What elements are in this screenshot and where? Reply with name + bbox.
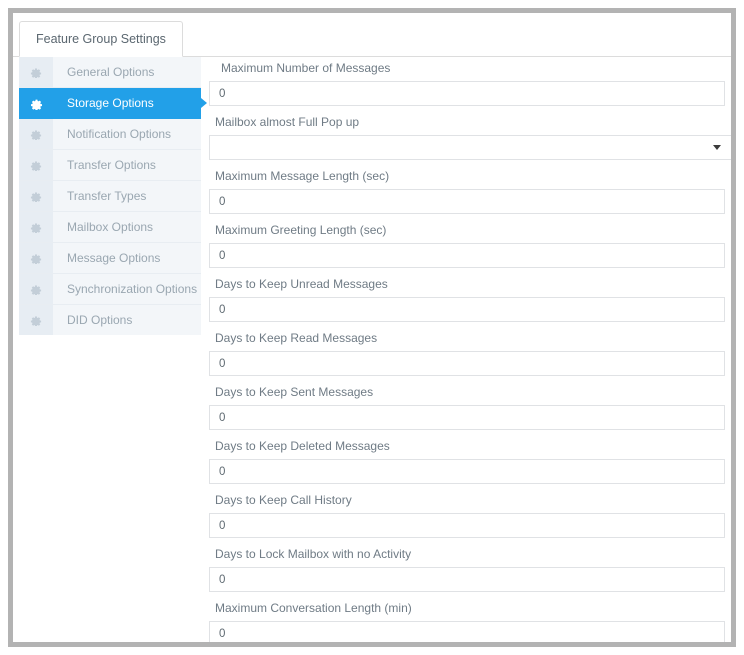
gear-icon [19, 243, 53, 273]
sidebar-item-synchronization-options[interactable]: Synchronization Options [19, 274, 201, 305]
gear-icon [19, 305, 53, 335]
field-row: Maximum Conversation Length (min) 0 [209, 593, 725, 642]
field-row: Maximum Greeting Length (sec) 0 [209, 215, 725, 268]
input-days-to-keep-unread-messages[interactable]: 0 [209, 297, 725, 322]
gear-icon [19, 212, 53, 242]
gear-icon [19, 274, 53, 304]
sidebar-item-label: Notification Options [67, 127, 172, 141]
sidebar-item-label: Transfer Types [67, 189, 147, 203]
input-days-to-keep-read-messages[interactable]: 0 [209, 351, 725, 376]
sidebar-item-label: Mailbox Options [67, 220, 154, 234]
input-maximum-greeting-length-sec[interactable]: 0 [209, 243, 725, 268]
sidebar-item-did-options[interactable]: DID Options [19, 305, 201, 335]
label-mailbox-almost-full-pop-up: Mailbox almost Full Pop up [215, 115, 360, 129]
label-days-to-keep-sent-messages: Days to Keep Sent Messages [215, 385, 374, 399]
gear-icon [19, 119, 53, 149]
label-maximum-number-of-messages: Maximum Number of Messages [221, 61, 391, 75]
gear-icon [19, 88, 53, 118]
input-days-to-keep-call-history[interactable]: 0 [209, 513, 725, 538]
label-maximum-conversation-length-min: Maximum Conversation Length (min) [215, 601, 412, 615]
tab-strip: Feature Group Settings [13, 21, 731, 57]
field-row: Days to Keep Read Messages 0 [209, 323, 725, 376]
tab-label: Feature Group Settings [36, 32, 166, 46]
label-maximum-message-length-sec: Maximum Message Length (sec) [215, 169, 390, 183]
field-row: Days to Lock Mailbox with no Activity 0 [209, 539, 725, 592]
field-row: Days to Keep Sent Messages 0 [209, 377, 725, 430]
sidebar-item-transfer-types[interactable]: Transfer Types [19, 181, 201, 212]
input-maximum-message-length-sec[interactable]: 0 [209, 189, 725, 214]
gear-icon [19, 181, 53, 211]
application-window: Feature Group Settings General Options St… [8, 8, 736, 647]
input-days-to-keep-deleted-messages[interactable]: 0 [209, 459, 725, 484]
gear-icon [19, 57, 53, 87]
field-row: Days to Keep Unread Messages 0 [209, 269, 725, 322]
tab-feature-group-settings[interactable]: Feature Group Settings [19, 21, 183, 57]
sidebar-item-label: Transfer Options [67, 158, 156, 172]
sidebar-item-label: Storage Options [67, 96, 154, 110]
chevron-down-icon [713, 145, 721, 150]
gear-icon [19, 150, 53, 180]
sidebar-item-label: DID Options [67, 313, 133, 327]
field-row: Mailbox almost Full Pop up [209, 107, 731, 160]
input-maximum-number-of-messages[interactable]: 0 [209, 81, 725, 106]
sidebar-item-notification-options[interactable]: Notification Options [19, 119, 201, 150]
label-days-to-lock-mailbox-with-no-activity: Days to Lock Mailbox with no Activity [215, 547, 412, 561]
label-days-to-keep-call-history: Days to Keep Call History [215, 493, 352, 507]
input-maximum-conversation-length-min[interactable]: 0 [209, 621, 725, 642]
sidebar-item-message-options[interactable]: Message Options [19, 243, 201, 274]
sidebar-item-transfer-options[interactable]: Transfer Options [19, 150, 201, 181]
sidebar-item-mailbox-options[interactable]: Mailbox Options [19, 212, 201, 243]
sidebar-item-storage-options[interactable]: Storage Options [19, 88, 207, 119]
sidebar-item-general-options[interactable]: General Options [19, 57, 201, 88]
label-days-to-keep-read-messages: Days to Keep Read Messages [215, 331, 378, 345]
label-days-to-keep-unread-messages: Days to Keep Unread Messages [215, 277, 388, 291]
label-maximum-greeting-length-sec: Maximum Greeting Length (sec) [215, 223, 387, 237]
input-days-to-keep-sent-messages[interactable]: 0 [209, 405, 725, 430]
label-days-to-keep-deleted-messages: Days to Keep Deleted Messages [215, 439, 390, 453]
field-row: Days to Keep Deleted Messages 0 [209, 431, 725, 484]
settings-sidebar: General Options Storage Options Notificati… [19, 57, 207, 335]
field-row: Maximum Message Length (sec) 0 [209, 161, 725, 214]
input-days-to-lock-mailbox-with-no-activity[interactable]: 0 [209, 567, 725, 592]
sidebar-item-label: Message Options [67, 251, 161, 265]
storage-options-form: Maximum Number of Messages 0 Mailbox almos… [209, 61, 731, 642]
active-arrow-icon [201, 98, 207, 108]
sidebar-item-label: General Options [67, 65, 155, 79]
field-row: Maximum Number of Messages 0 [209, 61, 725, 106]
select-mailbox-almost-full-pop-up[interactable] [209, 135, 731, 160]
sidebar-item-label: Synchronization Options [67, 282, 198, 296]
window-content: Feature Group Settings General Options St… [13, 13, 731, 642]
field-row: Days to Keep Call History 0 [209, 485, 725, 538]
